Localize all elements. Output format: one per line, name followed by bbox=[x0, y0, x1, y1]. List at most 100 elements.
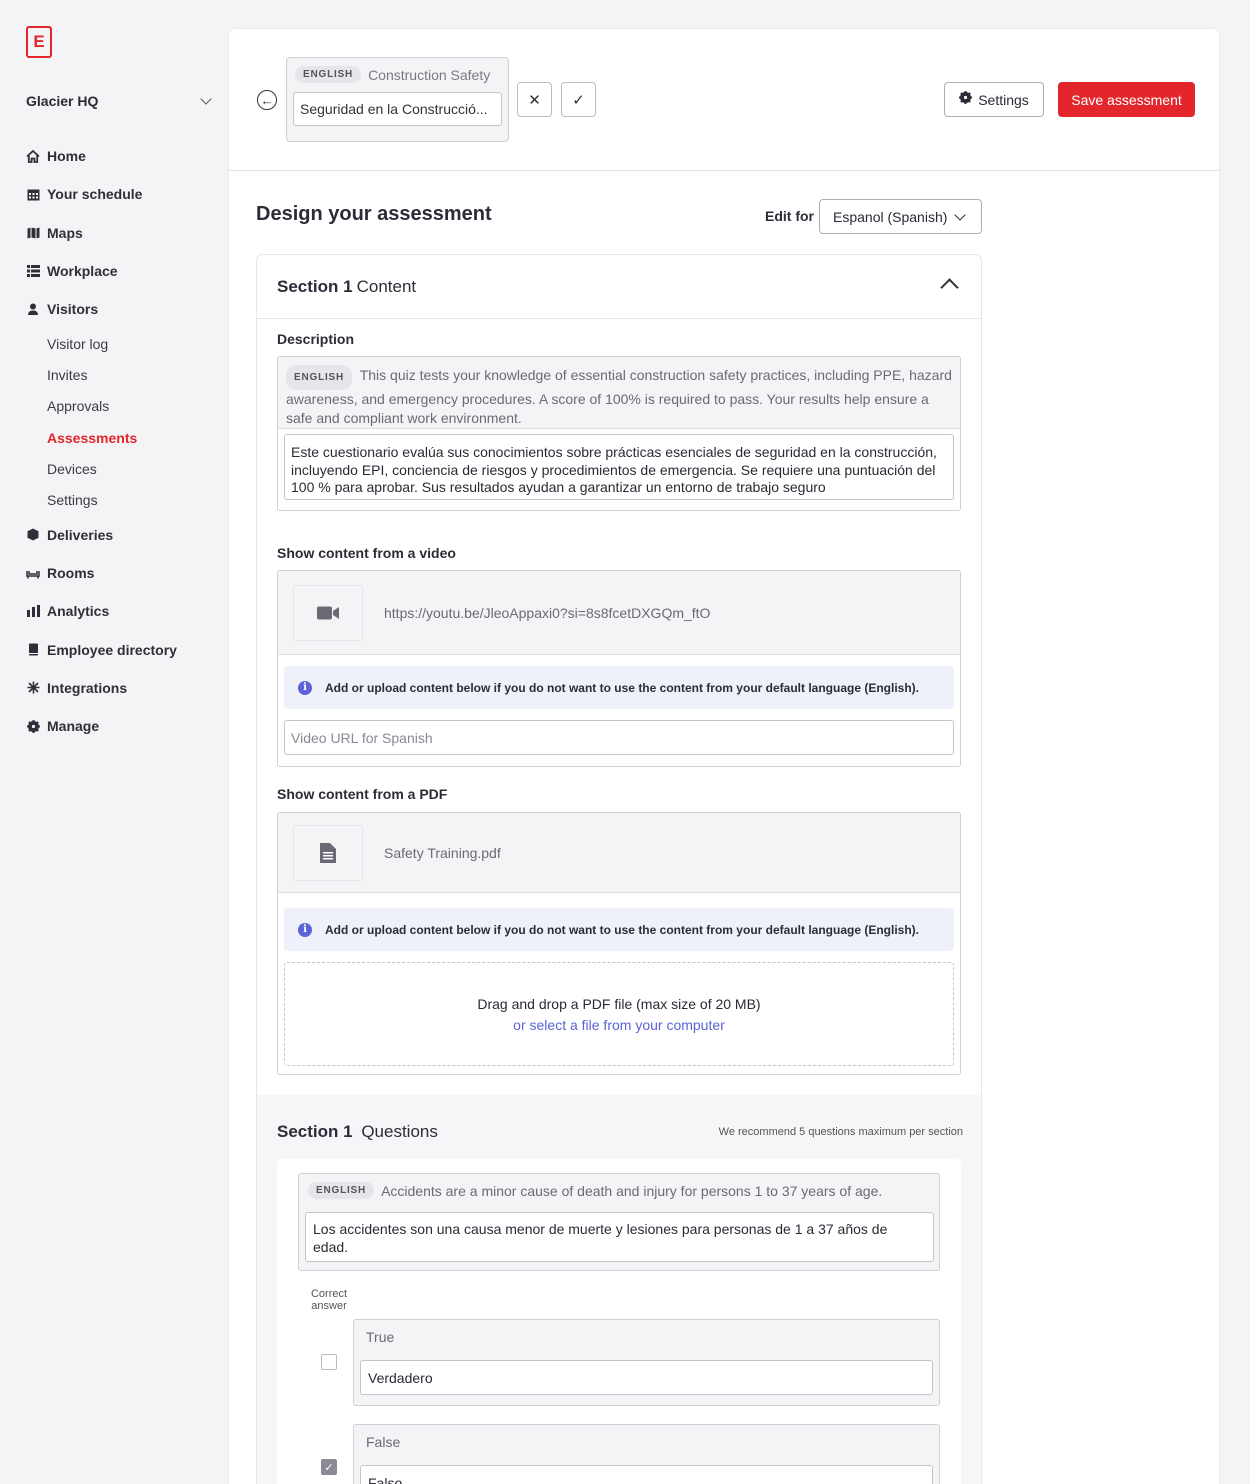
answer-translation-input[interactable]: Verdadero bbox=[360, 1360, 933, 1395]
questions-area: Section 1 Questions We recommend 5 quest… bbox=[257, 1095, 981, 1484]
sidebar-subitem-approvals[interactable]: Approvals bbox=[26, 391, 228, 422]
person-icon bbox=[26, 302, 40, 316]
translated-title-input[interactable]: Seguridad en la Construcció... bbox=[293, 92, 502, 126]
section-header[interactable]: Section 1 Content bbox=[257, 255, 981, 319]
sidebar: E Glacier HQ Home Your schedule Maps Wor… bbox=[0, 0, 228, 1484]
sidebar-item-rooms[interactable]: Rooms bbox=[26, 554, 228, 592]
language-pill: ENGLISH bbox=[308, 1182, 375, 1199]
questions-recommendation: We recommend 5 questions maximum per sec… bbox=[718, 1126, 963, 1138]
pdf-filename: Safety Training.pdf bbox=[384, 844, 501, 861]
video-content-box: https://youtu.be/JleoAppaxi0?si=8s8fcetD… bbox=[277, 570, 961, 767]
info-text: Add or upload content below if you do no… bbox=[325, 922, 919, 937]
questions-header: Section 1 Questions bbox=[277, 1122, 438, 1142]
chevron-down-icon bbox=[954, 209, 966, 221]
back-arrow-icon[interactable]: ← bbox=[257, 90, 277, 110]
save-assessment-button[interactable]: Save assessment bbox=[1058, 82, 1195, 117]
document-icon bbox=[293, 824, 363, 881]
sidebar-item-manage[interactable]: Manage bbox=[26, 707, 228, 745]
sidebar-subitem-assessments[interactable]: Assessments bbox=[26, 422, 228, 453]
gear-icon bbox=[26, 719, 40, 733]
box-icon bbox=[26, 528, 40, 542]
settings-button[interactable]: Settings bbox=[944, 82, 1044, 117]
answer-correct-checkbox[interactable] bbox=[321, 1354, 337, 1370]
sidebar-item-analytics[interactable]: Analytics bbox=[26, 592, 228, 630]
pdf-dropzone[interactable]: Drag and drop a PDF file (max size of 20… bbox=[284, 962, 954, 1066]
puzzle-icon bbox=[26, 681, 40, 695]
translated-description-textarea[interactable]: Este cuestionario evalúa sus conocimient… bbox=[284, 434, 954, 500]
close-icon: ✕ bbox=[528, 91, 541, 109]
answer-option: True Verdadero bbox=[353, 1319, 940, 1406]
english-question-text: Accidents are a minor cause of death and… bbox=[381, 1182, 883, 1199]
cancel-edit-button[interactable]: ✕ bbox=[517, 82, 552, 117]
section-card: Section 1 Content Description ENGLISH Th… bbox=[256, 254, 982, 1484]
page-title: Design your assessment bbox=[256, 203, 492, 225]
assessment-header: ← ENGLISH Construction Safety Seguridad … bbox=[229, 29, 1219, 171]
description-label: Description bbox=[277, 331, 355, 347]
questions-section-number: Section 1 bbox=[277, 1122, 353, 1141]
gear-icon bbox=[959, 91, 973, 108]
sidebar-item-home[interactable]: Home bbox=[26, 137, 228, 175]
chevron-up-icon[interactable] bbox=[940, 278, 959, 297]
sidebar-item-workplace[interactable]: Workplace bbox=[26, 252, 228, 290]
question-card: ENGLISH Accidents are a minor cause of d… bbox=[277, 1159, 961, 1484]
sidebar-item-label: Manage bbox=[47, 718, 100, 735]
answer-english: False bbox=[366, 1434, 401, 1450]
language-select[interactable]: Espanol (Spanish) bbox=[819, 199, 982, 234]
org-name: Glacier HQ bbox=[26, 93, 99, 109]
home-icon bbox=[26, 149, 40, 163]
settings-label: Settings bbox=[978, 91, 1029, 108]
answer-translation-input[interactable]: Falso bbox=[360, 1465, 933, 1484]
answer-correct-checkbox[interactable]: ✓ bbox=[321, 1459, 337, 1475]
video-url-input[interactable]: Video URL for Spanish bbox=[284, 720, 954, 755]
video-section-label: Show content from a video bbox=[277, 545, 456, 561]
sidebar-item-label: Workplace bbox=[47, 263, 118, 280]
calendar-icon bbox=[26, 187, 40, 201]
info-icon: i bbox=[298, 680, 312, 695]
questions-title: Questions bbox=[361, 1122, 438, 1141]
english-description-text: This quiz tests your knowledge of essent… bbox=[286, 367, 952, 426]
confirm-edit-button[interactable]: ✓ bbox=[561, 82, 596, 117]
bar-chart-icon bbox=[26, 604, 40, 618]
couch-icon bbox=[26, 566, 40, 580]
sidebar-item-integrations[interactable]: Integrations bbox=[26, 669, 228, 707]
select-file-link[interactable]: or select a file from your computer bbox=[285, 1015, 953, 1036]
language-pill: ENGLISH bbox=[295, 66, 362, 83]
sidebar-item-label: Employee directory bbox=[47, 641, 177, 658]
title-editor: ENGLISH Construction Safety Seguridad en… bbox=[286, 57, 509, 142]
sidebar-subitem-visitor-log[interactable]: Visitor log bbox=[26, 328, 228, 359]
book-icon bbox=[26, 643, 40, 657]
sidebar-item-deliveries[interactable]: Deliveries bbox=[26, 516, 228, 554]
sidebar-item-label: Home bbox=[47, 148, 86, 165]
list-icon bbox=[26, 264, 40, 278]
info-icon: i bbox=[298, 922, 312, 937]
sidebar-item-label: Maps bbox=[47, 224, 83, 241]
org-switcher[interactable]: Glacier HQ bbox=[26, 93, 213, 109]
sidebar-item-maps[interactable]: Maps bbox=[26, 214, 228, 252]
sidebar-item-schedule[interactable]: Your schedule bbox=[26, 175, 228, 213]
sidebar-item-label: Visitors bbox=[47, 301, 99, 318]
translated-question-textarea[interactable]: Los accidentes son una causa menor de mu… bbox=[305, 1212, 934, 1262]
sidebar-item-employee-directory[interactable]: Employee directory bbox=[26, 631, 228, 669]
answer-option: False Falso bbox=[353, 1424, 940, 1484]
info-text: Add or upload content below if you do no… bbox=[325, 680, 919, 695]
map-icon bbox=[26, 226, 40, 240]
sidebar-subitem-invites[interactable]: Invites bbox=[26, 360, 228, 391]
video-camera-icon bbox=[293, 584, 363, 641]
sidebar-item-label: Integrations bbox=[47, 679, 128, 696]
logo-icon[interactable]: E bbox=[26, 26, 52, 58]
info-banner: i Add or upload content below if you do … bbox=[284, 666, 954, 709]
check-icon: ✓ bbox=[572, 91, 585, 109]
sidebar-item-label: Rooms bbox=[47, 565, 95, 582]
pdf-section-label: Show content from a PDF bbox=[277, 786, 448, 802]
sidebar-nav: Home Your schedule Maps Workplace Visito… bbox=[26, 137, 228, 745]
sidebar-subitem-settings[interactable]: Settings bbox=[26, 484, 228, 515]
sidebar-subitem-devices[interactable]: Devices bbox=[26, 453, 228, 484]
language-select-value: Espanol (Spanish) bbox=[833, 208, 948, 225]
sidebar-item-visitors[interactable]: Visitors bbox=[26, 290, 228, 328]
section-title: Content bbox=[356, 276, 417, 296]
video-url-text: https://youtu.be/JleoAppaxi0?si=8s8fcetD… bbox=[384, 604, 711, 621]
section-number: Section 1 bbox=[277, 276, 353, 296]
dropzone-text: Drag and drop a PDF file (max size of 20… bbox=[477, 996, 761, 1012]
question-editor: ENGLISH Accidents are a minor cause of d… bbox=[298, 1173, 940, 1271]
check-icon: ✓ bbox=[324, 1461, 334, 1474]
